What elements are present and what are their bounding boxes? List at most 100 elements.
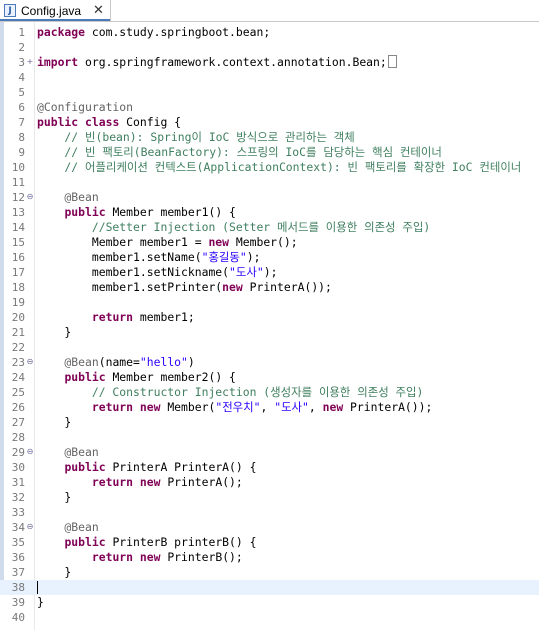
code-line[interactable]: 4 xyxy=(0,70,539,85)
code-line[interactable]: 28 xyxy=(0,430,539,445)
code-line[interactable]: 20 return member1; xyxy=(0,310,539,325)
code-line[interactable]: 35 public PrinterB printerB() { xyxy=(0,535,539,550)
tab-title: Config.java xyxy=(21,3,82,18)
code-line[interactable]: 5 xyxy=(0,85,539,100)
tab-config-java[interactable]: J Config.java ✕ xyxy=(0,0,111,21)
code-text: import org.springframework.context.annot… xyxy=(37,55,397,70)
line-number: 20 xyxy=(11,311,25,324)
code-line[interactable]: 37 } xyxy=(0,565,539,580)
line-number: 37 xyxy=(11,566,25,579)
code-token: Member member1() { xyxy=(105,205,236,219)
code-line[interactable]: 8 // 빈(bean): Spring이 IoC 방식으로 관리하는 객체 xyxy=(0,130,539,145)
code-text: return new PrinterA(); xyxy=(37,475,243,490)
code-text: public PrinterB printerB() { xyxy=(37,535,256,550)
code-token: PrinterB printerB() { xyxy=(105,535,257,549)
code-token: } xyxy=(37,490,72,504)
code-line[interactable]: 18 member1.setPrinter(new PrinterA()); xyxy=(0,280,539,295)
code-token: @Bean xyxy=(37,520,99,534)
line-number: 14 xyxy=(11,221,25,234)
code-token: , xyxy=(308,400,323,414)
code-line[interactable]: 39} xyxy=(0,595,539,610)
code-line[interactable]: 16 member1.setName("홍길동"); xyxy=(0,250,539,265)
line-number: 2 xyxy=(18,41,25,54)
code-line[interactable]: 7 public class Config { xyxy=(0,115,539,130)
code-line[interactable]: 25 // Constructor Injection (생성자를 이용한 의존… xyxy=(0,385,539,400)
code-line[interactable]: 38 xyxy=(0,580,539,595)
code-text: Member member1 = new Member(); xyxy=(37,235,298,250)
line-number: 10 xyxy=(11,161,25,174)
code-line[interactable]: 21 } xyxy=(0,325,539,340)
code-line[interactable]: 2 xyxy=(0,40,539,55)
code-line[interactable]: 23 ⊖ @Bean(name="hello") xyxy=(0,355,539,370)
code-line[interactable]: 33 xyxy=(0,505,539,520)
code-text: } xyxy=(37,565,71,580)
code-line[interactable]: 6 @Configuration xyxy=(0,100,539,115)
code-text: // 빈(bean): Spring이 IoC 방식으로 관리하는 객체 xyxy=(37,130,354,145)
line-number: 16 xyxy=(11,251,25,264)
code-line[interactable]: 13 public Member member1() { xyxy=(0,205,539,220)
line-number: 23 xyxy=(11,356,25,369)
code-line[interactable]: 26 return new Member("전우치", "도사", new Pr… xyxy=(0,400,539,415)
code-text: } xyxy=(37,490,71,505)
code-line[interactable]: 15 Member member1 = new Member(); xyxy=(0,235,539,250)
code-token: } xyxy=(37,595,44,609)
code-line[interactable]: 30 public PrinterA PrinterA() { xyxy=(0,460,539,475)
code-token: new xyxy=(322,400,344,414)
code-line[interactable]: 22 xyxy=(0,340,539,355)
code-text: @Bean xyxy=(37,190,98,205)
code-line[interactable]: 3 + import org.springframework.context.ann… xyxy=(0,55,539,70)
code-line[interactable]: 40 xyxy=(0,610,539,625)
code-text: public class Config { xyxy=(37,115,181,130)
code-editor[interactable]: 1 package com.study.springboot.bean; 2 3 + im… xyxy=(0,22,539,630)
code-line[interactable]: 36 return new PrinterB(); xyxy=(0,550,539,565)
code-line[interactable]: 29 ⊖ @Bean xyxy=(0,445,539,460)
code-token: "도사" xyxy=(274,400,309,414)
code-line[interactable]: 24 public Member member2() { xyxy=(0,370,539,385)
code-token: Member member2() { xyxy=(105,370,236,384)
expand-fold-icon[interactable]: + xyxy=(26,58,34,66)
line-number: 8 xyxy=(18,131,25,144)
code-line[interactable]: 12 ⊖ @Bean xyxy=(0,190,539,205)
code-token: com.study.springboot.bean; xyxy=(91,25,271,39)
close-icon[interactable]: ✕ xyxy=(93,4,104,17)
code-line[interactable]: 14 //Setter Injection (Setter 메서드를 이용한 의… xyxy=(0,220,539,235)
line-number: 4 xyxy=(18,71,25,84)
code-token: import xyxy=(37,55,79,69)
code-line[interactable]: 19 xyxy=(0,295,539,310)
text-caret xyxy=(37,581,38,594)
collapse-fold-icon[interactable]: ⊖ xyxy=(26,193,34,201)
collapse-fold-icon[interactable]: ⊖ xyxy=(26,358,34,366)
line-number: 21 xyxy=(11,326,25,339)
code-text: // 어플리케이션 컨텍스트(ApplicationContext): 빈 팩토… xyxy=(37,160,521,175)
code-token: PrinterA PrinterA() { xyxy=(105,460,257,474)
code-line[interactable]: 32 } xyxy=(0,490,539,505)
code-text: @Bean xyxy=(37,445,98,460)
line-number: 7 xyxy=(18,116,25,129)
code-line[interactable]: 17 member1.setNickname("도사"); xyxy=(0,265,539,280)
code-line[interactable]: 11 xyxy=(0,175,539,190)
line-number: 27 xyxy=(11,416,25,429)
code-token: Config { xyxy=(119,115,182,129)
code-line[interactable]: 1 package com.study.springboot.bean; xyxy=(0,25,539,40)
collapse-fold-icon[interactable]: ⊖ xyxy=(26,523,34,531)
folded-content-icon[interactable] xyxy=(387,55,397,68)
code-token: // 빈 팩토리(BeanFactory): 스프링의 IoC를 담당하는 핵심… xyxy=(37,145,442,159)
line-number: 6 xyxy=(18,101,25,114)
line-number: 28 xyxy=(11,431,25,444)
active-tab-indicator xyxy=(0,19,110,21)
code-line[interactable]: 10 // 어플리케이션 컨텍스트(ApplicationContext): 빈… xyxy=(0,160,539,175)
line-number: 25 xyxy=(11,386,25,399)
code-token: new xyxy=(139,400,161,414)
code-line[interactable]: 31 return new PrinterA(); xyxy=(0,475,539,490)
collapse-fold-icon[interactable]: ⊖ xyxy=(26,448,34,456)
code-line[interactable]: 27 } xyxy=(0,415,539,430)
code-token: return xyxy=(91,400,134,414)
code-token: Member( xyxy=(160,400,216,414)
code-line[interactable]: 9 // 빈 팩토리(BeanFactory): 스프링의 IoC를 담당하는 … xyxy=(0,145,539,160)
code-token: member1; xyxy=(133,310,195,324)
code-line[interactable]: 34 ⊖ @Bean xyxy=(0,520,539,535)
